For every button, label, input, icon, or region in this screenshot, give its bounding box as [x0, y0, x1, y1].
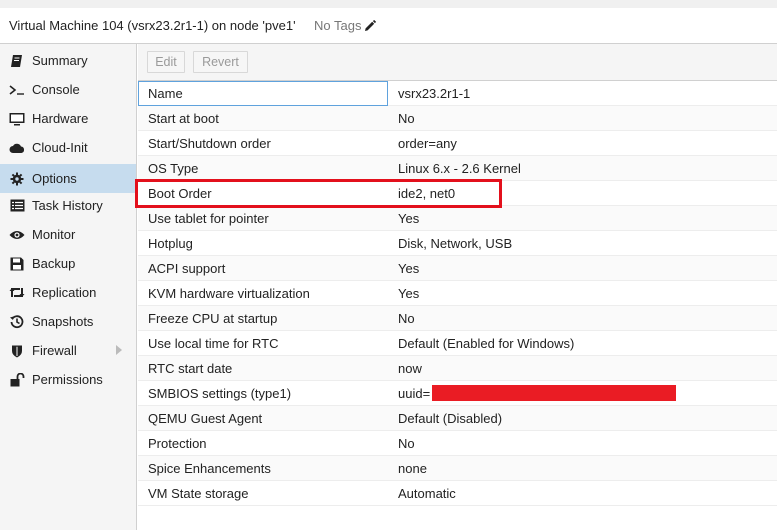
option-value: Linux 6.x - 2.6 Kernel [398, 161, 521, 176]
sidebar-item-label: Permissions [32, 372, 103, 387]
table-row-name[interactable]: Name vsrx23.2r1-1 [138, 81, 777, 106]
option-key: QEMU Guest Agent [148, 411, 263, 426]
top-strip [0, 0, 777, 8]
monitor-icon [9, 111, 25, 127]
option-value: Default (Disabled) [398, 411, 503, 426]
option-key: Freeze CPU at startup [148, 311, 278, 326]
uuid-redaction [432, 385, 676, 401]
table-row[interactable]: Protection No [138, 431, 777, 456]
table-row[interactable]: Use local time for RTC Default (Enabled … [138, 331, 777, 356]
option-value: uuid= [398, 386, 431, 401]
sidebar-item-label: Hardware [32, 111, 89, 126]
option-value: Yes [398, 261, 420, 276]
sidebar-item-replication[interactable]: Replication [0, 278, 136, 307]
sidebar-item-label: Firewall [32, 343, 77, 358]
options-panel: Edit Revert Name vsrx23.2r1-1 Start at b… [138, 44, 777, 530]
vm-sidebar: Summary Console Hardware Cloud-Init Opti… [0, 44, 137, 530]
sidebar-item-console[interactable]: Console [0, 75, 136, 104]
option-value: No [398, 436, 415, 451]
option-key: ACPI support [148, 261, 226, 276]
terminal-icon [9, 82, 25, 98]
revert-button[interactable]: Revert [193, 51, 248, 73]
option-key: OS Type [148, 161, 199, 176]
page-title: Virtual Machine 104 (vsrx23.2r1-1) on no… [9, 18, 296, 33]
option-key: Use local time for RTC [148, 336, 279, 351]
cloud-icon [9, 140, 25, 156]
option-key: Protection [148, 436, 207, 451]
unlock-icon [9, 372, 25, 388]
history-icon [9, 314, 25, 330]
option-value: now [398, 361, 422, 376]
option-key: KVM hardware virtualization [148, 286, 310, 301]
sidebar-item-label: Backup [32, 256, 76, 271]
option-key: SMBIOS settings (type1) [148, 386, 292, 401]
sidebar-item-hardware[interactable]: Hardware [0, 104, 136, 133]
option-value: Default (Enabled for Windows) [398, 336, 575, 351]
table-row[interactable]: QEMU Guest Agent Default (Disabled) [138, 406, 777, 431]
table-row[interactable]: Start at boot No [138, 106, 777, 131]
vm-header: Virtual Machine 104 (vsrx23.2r1-1) on no… [0, 8, 777, 44]
edit-button[interactable]: Edit [147, 51, 185, 73]
option-key: Use tablet for pointer [148, 211, 269, 226]
pencil-icon[interactable] [364, 19, 377, 32]
option-value: Yes [398, 211, 420, 226]
table-row[interactable]: Freeze CPU at startup No [138, 306, 777, 331]
sidebar-item-label: Monitor [32, 227, 76, 242]
table-row[interactable]: Hotplug Disk, Network, USB [138, 231, 777, 256]
sidebar-item-label: Options [32, 171, 77, 186]
table-row[interactable]: Start/Shutdown order order=any [138, 131, 777, 156]
sidebar-item-snapshots[interactable]: Snapshots [0, 307, 136, 336]
sidebar-item-monitor[interactable]: Monitor [0, 220, 136, 249]
submenu-arrow-icon [116, 345, 122, 355]
retweet-icon [9, 285, 25, 301]
tags-label: No Tags [314, 18, 362, 33]
option-key: Hotplug [148, 236, 193, 251]
option-key: Spice Enhancements [148, 461, 271, 476]
sidebar-item-cloud-init[interactable]: Cloud-Init [0, 133, 136, 162]
option-value: order=any [398, 136, 457, 151]
sidebar-item-task-history[interactable]: Task History [0, 191, 136, 220]
sidebar-item-options[interactable]: Options [0, 164, 136, 193]
list-icon [9, 198, 25, 214]
option-key: Start/Shutdown order [148, 136, 271, 151]
option-value: ide2, net0 [398, 186, 456, 201]
sidebar-item-backup[interactable]: Backup [0, 249, 136, 278]
sidebar-item-label: Snapshots [32, 314, 94, 329]
sidebar-item-label: Summary [32, 53, 88, 68]
options-toolbar: Edit Revert [138, 44, 777, 81]
eye-icon [9, 227, 25, 243]
floppy-icon [9, 256, 25, 272]
option-key: Name [148, 86, 183, 101]
sidebar-item-permissions[interactable]: Permissions [0, 365, 136, 394]
option-value: No [398, 111, 415, 126]
option-value: Disk, Network, USB [398, 236, 513, 251]
book-icon [9, 53, 25, 69]
gear-icon [9, 171, 25, 187]
shield-icon [9, 343, 25, 359]
option-key: Boot Order [148, 186, 212, 201]
table-row[interactable]: OS Type Linux 6.x - 2.6 Kernel [138, 156, 777, 181]
sidebar-item-label: Cloud-Init [32, 140, 88, 155]
option-key: Start at boot [148, 111, 219, 126]
sidebar-item-label: Console [32, 82, 80, 97]
option-value: none [398, 461, 427, 476]
option-value: Automatic [398, 486, 456, 501]
option-value: vsrx23.2r1-1 [398, 86, 471, 101]
table-row[interactable]: Use tablet for pointer Yes [138, 206, 777, 231]
sidebar-item-label: Task History [32, 198, 103, 213]
table-row[interactable]: Spice Enhancements none [138, 456, 777, 481]
table-row[interactable]: KVM hardware virtualization Yes [138, 281, 777, 306]
sidebar-item-label: Replication [32, 285, 97, 300]
option-value: No [398, 311, 415, 326]
table-row[interactable]: ACPI support Yes [138, 256, 777, 281]
table-row[interactable]: RTC start date now [138, 356, 777, 381]
option-key: VM State storage [148, 486, 249, 501]
sidebar-item-firewall[interactable]: Firewall [0, 336, 136, 365]
option-value: Yes [398, 286, 420, 301]
option-key: RTC start date [148, 361, 233, 376]
table-row-boot-order[interactable]: Boot Order ide2, net0 [138, 181, 777, 206]
table-row[interactable]: VM State storage Automatic [138, 481, 777, 506]
tags-area[interactable]: No Tags [314, 18, 377, 33]
sidebar-item-summary[interactable]: Summary [0, 46, 136, 75]
